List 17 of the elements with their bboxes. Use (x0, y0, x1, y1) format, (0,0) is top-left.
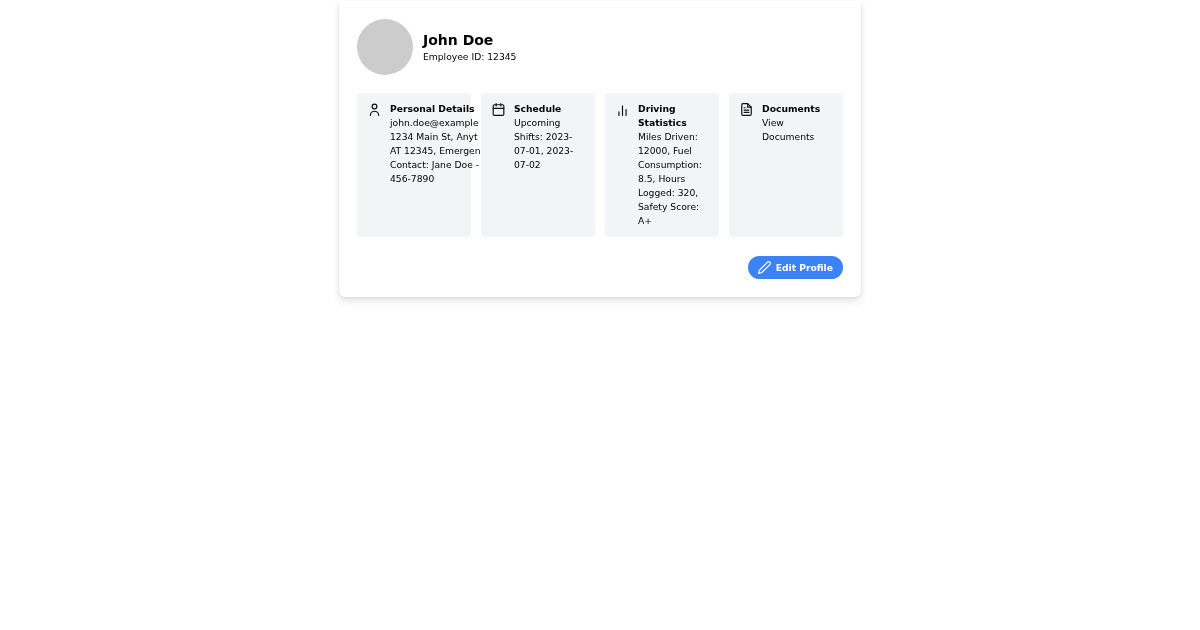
section-title: Personal Details (390, 102, 476, 116)
section-text: Miles Driven: 12000, Fuel Consumption: 8.5, Hours Logged: 320, Safety Score: A+ (638, 130, 703, 228)
section-title: Schedule (514, 102, 563, 116)
calendar-icon (492, 103, 505, 116)
avatar-placeholder (357, 19, 413, 75)
section-text: View Documents (762, 116, 816, 144)
section-text: Upcoming Shifts: 2023- 07-01, 2023- 07-02 (514, 116, 575, 172)
edit-profile-button[interactable]: Edit Profile (747, 256, 843, 279)
section-title: Driving Statistics (638, 102, 688, 130)
employee-name: John Doe (423, 31, 495, 49)
section-text: john.doe@example 1234 Main St, Anyt AT 12345, Emergen Contact: Jane Doe - 456-7890 (390, 116, 481, 186)
person-icon (368, 103, 381, 116)
pencil-icon (757, 261, 771, 274)
employee-id: Employee ID: 12345 (423, 50, 517, 63)
document-icon (740, 103, 753, 116)
section-title: Documents (762, 102, 822, 116)
bar-chart-icon (616, 103, 629, 116)
